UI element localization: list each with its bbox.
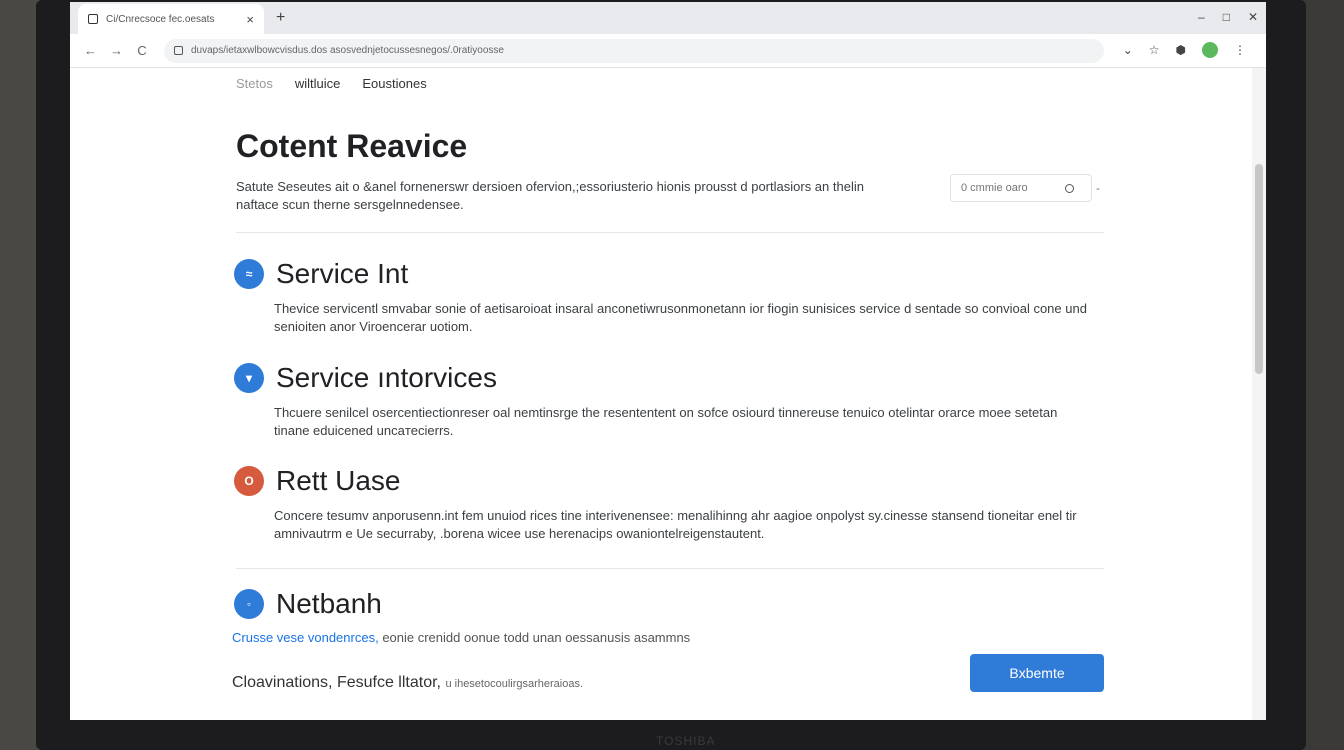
back-icon[interactable]: ← bbox=[84, 43, 97, 58]
section-badge-icon: ▾ bbox=[234, 363, 264, 393]
address-bar[interactable]: duvaps/ietaxwlbowcvisdus.dos asosvednjet… bbox=[164, 38, 1104, 63]
divider bbox=[236, 232, 1104, 233]
section-body: Thevice servicentl smvabar sonie of aeti… bbox=[274, 301, 1087, 334]
profile-avatar[interactable] bbox=[1202, 42, 1218, 58]
section-title: Service Int bbox=[276, 258, 409, 289]
resources-link[interactable]: Crusse vese vondenrces, bbox=[232, 630, 379, 645]
section-badge-icon: ◦ bbox=[234, 589, 264, 619]
section-service-int: ≈ Service Int Thevice servicentl smvabar… bbox=[234, 258, 1094, 336]
wall-right bbox=[1300, 0, 1344, 750]
section-title: Netbanh bbox=[276, 588, 382, 619]
section-body: Thcuere senilcel osercentiectionreser oa… bbox=[274, 405, 1058, 438]
section-rett-uase: O Rett Uase Concere tesumv anporusenn.in… bbox=[234, 465, 1094, 543]
page-title: Cotent Reavice bbox=[236, 128, 468, 164]
nav-item-stetos[interactable]: Stetos bbox=[236, 76, 273, 91]
section-body: Concere tesumv anporusenn.int fem unuiod… bbox=[274, 508, 1077, 541]
section-netbanh: ◦ Netbanh bbox=[234, 588, 382, 620]
toolbar-actions: ⌄ ☆ ⬢ ⋮ bbox=[1123, 42, 1246, 58]
section-service-intorvices: ▾ Service ıntorvices Thcuere senilcel os… bbox=[234, 362, 1094, 440]
scrollbar-thumb[interactable] bbox=[1255, 164, 1263, 374]
lock-icon bbox=[174, 46, 183, 55]
tab-bar: Ci/Cnrecsoce fec.oesats × + – □ ✕ bbox=[70, 2, 1266, 34]
maximize-icon[interactable]: □ bbox=[1223, 10, 1230, 24]
close-window-icon[interactable]: ✕ bbox=[1248, 10, 1258, 24]
search-input[interactable] bbox=[961, 182, 1061, 194]
window-controls: – □ ✕ bbox=[1198, 10, 1258, 24]
nav-item-eoustiones[interactable]: Eoustiones bbox=[362, 76, 426, 91]
search-icon[interactable] bbox=[1065, 183, 1074, 193]
submit-button[interactable]: Bxbemte bbox=[970, 654, 1104, 692]
menu-icon[interactable]: ⋮ bbox=[1234, 43, 1246, 57]
footer-note-small: u ihesetocoulirgsarheraioas. bbox=[445, 678, 584, 690]
intro-text: Satute Seseutes ait o &anel fornenerswr … bbox=[236, 179, 864, 212]
section-badge-icon: ≈ bbox=[234, 259, 264, 289]
footer-note-text: Cloavinations, Fesufce lltator, bbox=[232, 674, 441, 691]
browser-toolbar: ← → C duvaps/ietaxwlbowcvisdus.dos asosv… bbox=[70, 34, 1266, 68]
nav-item-wiltluice[interactable]: wiltluice bbox=[295, 76, 341, 91]
minimize-icon[interactable]: – bbox=[1198, 10, 1205, 24]
page-favicon-icon bbox=[88, 14, 98, 24]
section-title: Rett Uase bbox=[276, 465, 401, 496]
search-box[interactable] bbox=[950, 174, 1092, 202]
footer-note: Cloavinations, Fesufce lltator, u iheset… bbox=[232, 674, 583, 692]
monitor-brand: TOSHIBA bbox=[656, 734, 716, 748]
tab-close-icon[interactable]: × bbox=[246, 12, 254, 27]
forward-icon[interactable]: → bbox=[110, 43, 123, 58]
section-badge-icon: O bbox=[234, 466, 264, 496]
divider bbox=[236, 568, 1104, 569]
section-title: Service ıntorvices bbox=[276, 362, 497, 393]
extension-icon[interactable]: ⬢ bbox=[1176, 43, 1186, 57]
browser-window: Ci/Cnrecsoce fec.oesats × + – □ ✕ ← → C … bbox=[70, 2, 1266, 720]
new-tab-icon[interactable]: + bbox=[276, 9, 285, 27]
footer-link-line: Crusse vese vondenrces, eonie crenidd oo… bbox=[232, 630, 690, 645]
footer-link-description: eonie crenidd oonue todd unan oessanusis… bbox=[382, 630, 691, 645]
bookmark-star-icon[interactable]: ☆ bbox=[1149, 43, 1160, 57]
top-navigation: Stetos wiltluice Eoustiones bbox=[236, 76, 427, 91]
wall-left bbox=[0, 0, 40, 750]
tab-title: Ci/Cnrecsoce fec.oesats bbox=[106, 13, 215, 25]
url-text[interactable]: duvaps/ietaxwlbowcvisdus.dos asosvednjet… bbox=[191, 45, 504, 56]
browser-tab[interactable]: Ci/Cnrecsoce fec.oesats × bbox=[78, 4, 264, 34]
search-options-icon[interactable]: - bbox=[1096, 181, 1100, 195]
reload-icon[interactable]: C bbox=[136, 43, 148, 58]
scrollbar[interactable] bbox=[1252, 68, 1266, 720]
dropdown-icon[interactable]: ⌄ bbox=[1123, 43, 1133, 57]
